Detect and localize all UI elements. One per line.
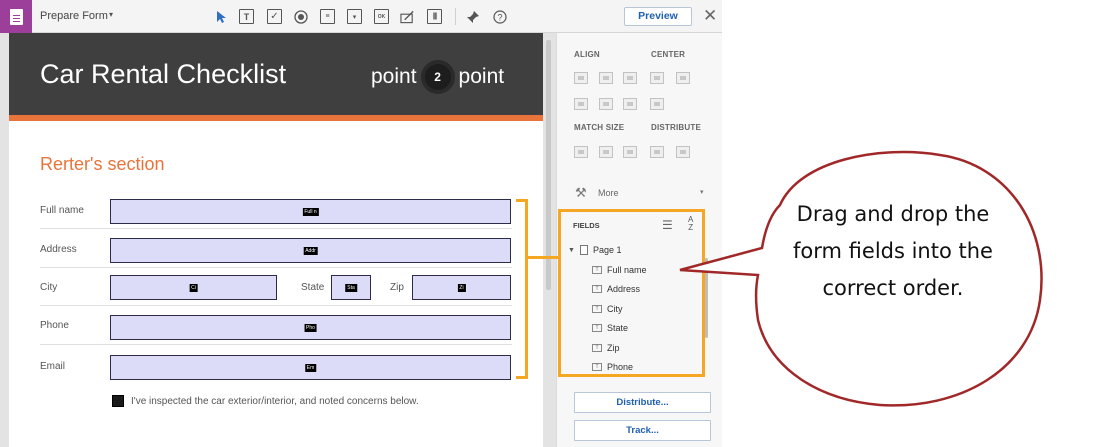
callout-text: Drag and drop the form fields into the c… (793, 202, 993, 300)
